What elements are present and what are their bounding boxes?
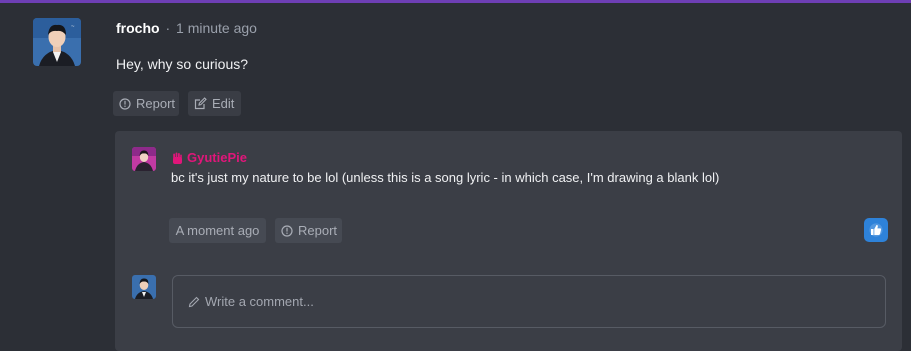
hand-icon <box>173 152 182 164</box>
reply-report-button[interactable]: Report <box>275 218 342 243</box>
post-body: Hey, why so curious? <box>116 56 249 72</box>
info-circle-icon <box>281 224 293 237</box>
post-author[interactable]: frocho <box>116 20 160 36</box>
current-user-avatar <box>132 275 156 299</box>
reply-timestamp[interactable]: A moment ago <box>169 218 266 243</box>
info-circle-icon <box>119 97 131 110</box>
top-accent-bar <box>0 0 911 3</box>
report-label: Report <box>136 96 176 111</box>
header-separator: · <box>165 20 171 36</box>
report-button[interactable]: Report <box>113 91 179 116</box>
reply-report-label: Report <box>298 223 338 238</box>
edit-label: Edit <box>212 96 235 111</box>
thumbs-up-icon <box>869 223 883 237</box>
reply-avatar[interactable] <box>132 147 156 171</box>
avatar[interactable]: ~ <box>33 18 81 66</box>
edit-button[interactable]: Edit <box>188 91 241 116</box>
edit-icon <box>194 97 207 110</box>
svg-text:~: ~ <box>71 24 75 30</box>
reply-author[interactable]: GyutiePie <box>171 150 247 166</box>
post-time: 1 minute ago <box>176 20 257 36</box>
post-header: frocho · 1 minute ago <box>116 19 257 37</box>
reply-author-name: GyutiePie <box>187 150 247 165</box>
reply-body: bc it's just my nature to be lol (unless… <box>171 170 720 185</box>
comment-input[interactable]: Write a comment... <box>172 275 886 328</box>
pencil-icon <box>188 296 200 307</box>
like-button[interactable] <box>864 218 888 242</box>
comment-placeholder: Write a comment... <box>205 294 314 309</box>
